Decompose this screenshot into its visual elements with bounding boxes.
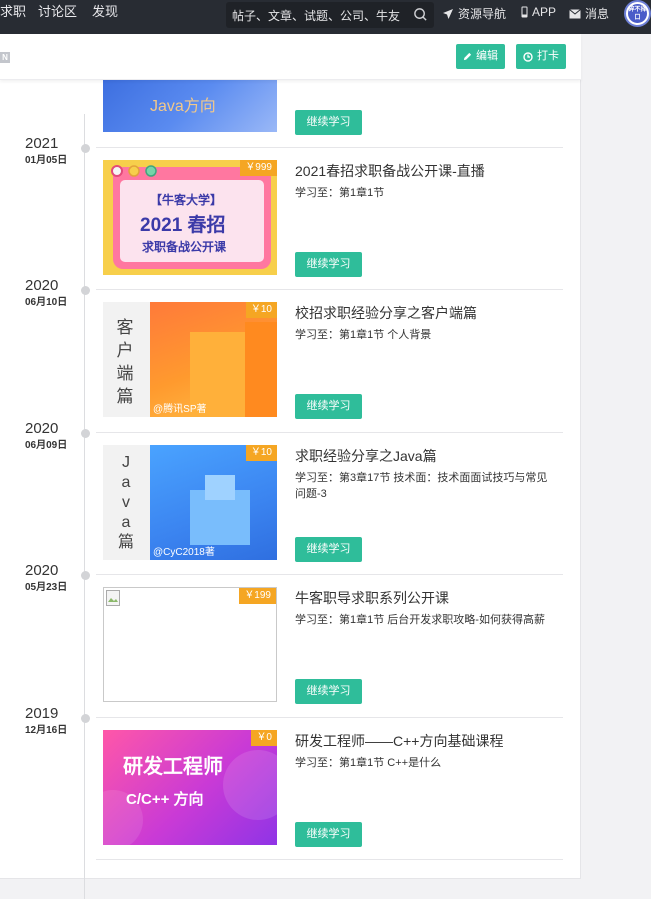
messages-label: 消息 xyxy=(585,7,610,21)
course-thumbnail[interactable]: 研发工程师 C/C++ 方向 ￥0 xyxy=(103,730,277,845)
course-thumbnail[interactable]: 【牛客大学】 2021 春招 求职备战公开课 ￥999 xyxy=(103,160,277,275)
edit-button[interactable]: 编辑 xyxy=(456,44,505,69)
thumb-author: @CyC2018著 xyxy=(153,547,215,558)
course-progress: 学习至：第1章1节 后台开发求职攻略-如何获得高薪 xyxy=(295,614,545,626)
course-title[interactable]: 求职经验分享之Java篇 xyxy=(295,447,565,465)
course-title[interactable]: 研发工程师——C++方向基础课程 xyxy=(295,732,565,750)
course-title[interactable]: 牛客职导求职系列公开课 xyxy=(295,589,565,607)
separator xyxy=(96,717,563,718)
phone-icon xyxy=(521,6,528,18)
thumb-line1: 【牛客大学】 xyxy=(150,193,223,207)
date-day: 12月16日 xyxy=(25,725,68,736)
price-badge: ￥199 xyxy=(239,588,276,604)
resource-nav-label: 资源导航 xyxy=(458,7,507,21)
thumb-char: a xyxy=(121,474,131,491)
avatar[interactable]: 碎不择口 xyxy=(624,0,651,27)
app-link[interactable]: APP xyxy=(521,5,556,19)
clock-icon xyxy=(523,51,533,62)
top-nav: 求职 讨论区 发现 帖子、文章、试题、公司、牛友 资源导航 APP 消息 碎不择… xyxy=(0,0,651,34)
nav-link-discover[interactable]: 发现 xyxy=(92,4,118,20)
edit-label: 编辑 xyxy=(476,50,498,62)
date-year: 2019 xyxy=(25,705,59,722)
thumb-side-text: J a v a 篇 xyxy=(115,453,137,553)
navigation-arrow-icon xyxy=(443,8,453,19)
timeline-dot xyxy=(81,144,90,153)
separator xyxy=(96,859,563,860)
thumb-line2: C/C++ 方向 xyxy=(126,791,204,808)
continue-learning-button[interactable]: 继续学习 xyxy=(295,110,362,135)
thumb-line1: 研发工程师 xyxy=(123,756,223,778)
thumb-char: 篇 xyxy=(116,387,134,406)
header-badge: N xyxy=(0,52,10,63)
timeline-dot xyxy=(81,714,90,723)
thumb-line3: 求职备战公开课 xyxy=(142,240,227,254)
thumb-title: Java方向 xyxy=(150,98,216,115)
nav-link-discussion[interactable]: 讨论区 xyxy=(38,4,77,20)
price-badge: ￥0 xyxy=(251,730,277,746)
thumb-char: v xyxy=(122,494,130,511)
continue-learning-button[interactable]: 继续学习 xyxy=(295,394,362,419)
price-badge: ￥10 xyxy=(245,302,277,318)
course-thumbnail[interactable]: ￥199 xyxy=(103,587,277,702)
card-header: N 编辑 打卡 xyxy=(0,34,581,80)
avatar-text: 碎不择口 xyxy=(628,4,647,23)
course-thumbnail[interactable]: J a v a 篇 @CyC2018著 ￥10 xyxy=(103,445,277,560)
course-progress: 学习至：第1章1节 个人背景 xyxy=(295,329,432,341)
price-badge: ￥999 xyxy=(240,160,277,176)
price-badge: ￥10 xyxy=(245,445,277,461)
search-icon[interactable] xyxy=(413,7,428,22)
resource-nav-link[interactable]: 资源导航 xyxy=(442,5,506,22)
continue-learning-button[interactable]: 继续学习 xyxy=(295,537,362,562)
date-day: 06月09日 xyxy=(25,440,68,451)
course-progress: 学习至：第3章17节 技术面：技术面面试技巧与常见问题-3 xyxy=(295,472,548,500)
timeline-line xyxy=(84,114,85,899)
thumb-char: 客 xyxy=(116,318,134,337)
thumb-char: 篇 xyxy=(117,534,134,551)
app-label: APP xyxy=(532,5,557,19)
thumb-char: 户 xyxy=(116,341,134,360)
thumb-line2: 2021 春招 xyxy=(140,215,226,236)
pencil-icon xyxy=(463,52,472,61)
separator xyxy=(96,147,563,148)
thumb-author: @腾讯SP著 xyxy=(153,404,207,415)
course-thumbnail[interactable]: Java方向 xyxy=(103,80,277,132)
nav-link-jobs[interactable]: 求职 xyxy=(0,4,26,20)
date-year: 2021 xyxy=(25,135,59,152)
timeline-dot xyxy=(81,571,90,580)
search-placeholder: 帖子、文章、试题、公司、牛友 xyxy=(232,9,401,23)
checkin-button[interactable]: 打卡 xyxy=(516,44,566,69)
separator xyxy=(96,574,563,575)
timeline-dot xyxy=(81,286,90,295)
course-thumbnail[interactable]: 客 户 端 篇 @腾讯SP著 ￥10 xyxy=(103,302,277,417)
timeline-dot xyxy=(81,429,90,438)
course-progress: 学习至：第1章1节 C++是什么 xyxy=(295,757,442,769)
separator xyxy=(96,289,563,290)
date-day: 01月05日 xyxy=(25,155,68,166)
thumb-char: J xyxy=(122,454,130,471)
broken-image-icon xyxy=(106,590,120,606)
continue-learning-button[interactable]: 继续学习 xyxy=(295,252,362,277)
date-day: 05月23日 xyxy=(25,582,68,593)
continue-learning-button[interactable]: 继续学习 xyxy=(295,679,362,704)
thumb-char: a xyxy=(121,514,131,531)
separator xyxy=(96,432,563,433)
mail-icon xyxy=(569,8,581,18)
course-title[interactable]: 校招求职经验分享之客户端篇 xyxy=(295,304,565,322)
course-title[interactable]: 2021春招求职备战公开课-直播 xyxy=(295,162,565,180)
date-year: 2020 xyxy=(25,420,59,437)
date-day: 06月10日 xyxy=(25,297,68,308)
thumb-char: 端 xyxy=(116,364,134,383)
checkin-label: 打卡 xyxy=(537,50,559,62)
messages-link[interactable]: 消息 xyxy=(569,5,609,22)
thumb-side-text: 客 户 端 篇 xyxy=(113,316,137,408)
course-timeline-card: N 编辑 打卡 Java方向 继续学习 2021 01月05日 【牛客大学】 2… xyxy=(0,34,581,899)
search-input[interactable]: 帖子、文章、试题、公司、牛友 xyxy=(226,2,434,28)
date-year: 2020 xyxy=(25,562,59,579)
date-year: 2020 xyxy=(25,277,59,294)
course-progress: 学习至：第1章1节 xyxy=(295,187,385,199)
continue-learning-button[interactable]: 继续学习 xyxy=(295,822,362,847)
